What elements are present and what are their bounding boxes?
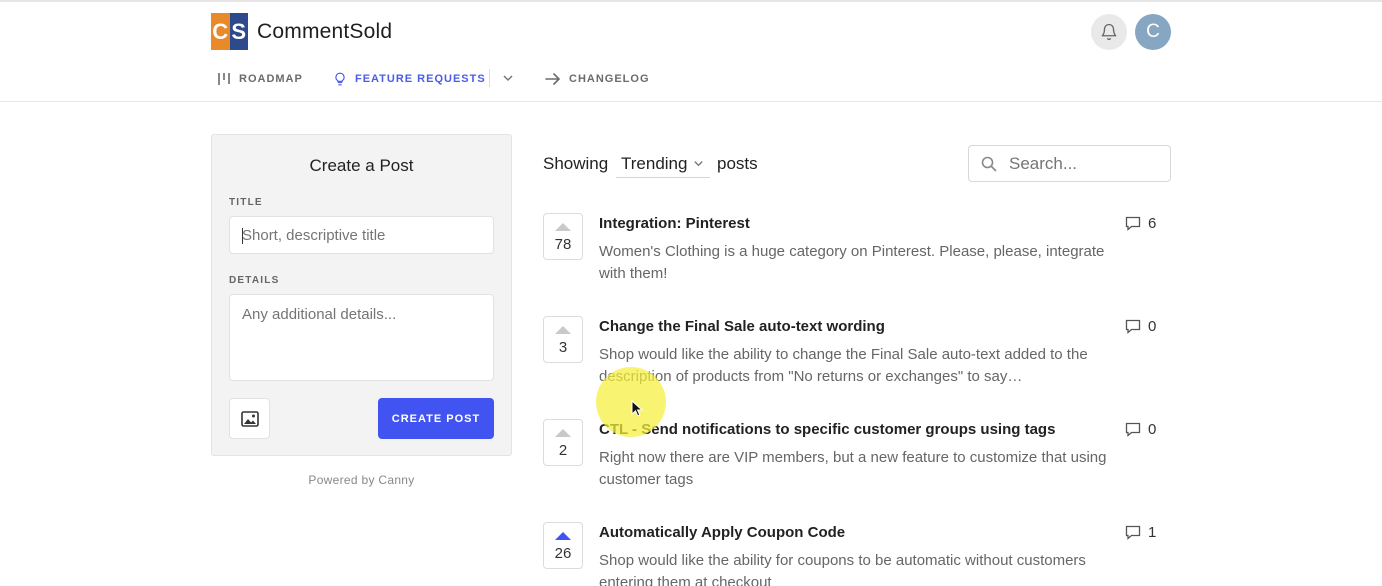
logo-letter-c: C bbox=[211, 13, 230, 50]
comment-count-value: 0 bbox=[1148, 421, 1157, 438]
post-title[interactable]: CTL - Send notifications to specific cus… bbox=[599, 421, 1055, 438]
create-post-heading: Create a Post bbox=[309, 156, 414, 175]
nav-roadmap-label: ROADMAP bbox=[239, 73, 303, 85]
nav-changelog-label: CHANGELOG bbox=[569, 73, 650, 85]
post-description: Shop would like the ability to change th… bbox=[599, 346, 1088, 385]
upvote-arrow-icon bbox=[555, 532, 571, 540]
comment-icon bbox=[1125, 216, 1141, 231]
comment-count: 6 bbox=[1125, 215, 1156, 232]
post-item[interactable]: 2 CTL - Send notifications to specific c… bbox=[543, 419, 1173, 509]
nav-feature-requests[interactable]: FEATURE REQUESTS bbox=[333, 70, 486, 88]
search-box[interactable] bbox=[968, 145, 1171, 182]
details-label: DETAILS bbox=[229, 275, 280, 286]
text-caret bbox=[242, 228, 243, 244]
comment-icon bbox=[1125, 319, 1141, 334]
top-border bbox=[0, 0, 1382, 2]
upvote-arrow-icon bbox=[555, 223, 571, 231]
sort-dropdown[interactable]: Trending bbox=[616, 150, 710, 178]
vote-count: 2 bbox=[558, 442, 568, 459]
post-description: Women's Clothing is a huge category on P… bbox=[599, 243, 1105, 282]
image-icon bbox=[240, 410, 259, 427]
upvote-arrow-icon bbox=[555, 326, 571, 334]
search-input[interactable] bbox=[1009, 153, 1159, 174]
user-avatar[interactable]: C bbox=[1135, 14, 1171, 50]
lightbulb-icon bbox=[335, 72, 345, 86]
comment-count: 0 bbox=[1125, 318, 1156, 335]
post-title[interactable]: Integration: Pinterest bbox=[599, 215, 750, 232]
arrow-right-icon bbox=[545, 73, 561, 85]
logo-letter-s: S bbox=[229, 13, 248, 50]
details-input[interactable] bbox=[229, 294, 494, 381]
upvote-button[interactable]: 78 bbox=[543, 213, 583, 260]
board-dropdown[interactable] bbox=[500, 70, 516, 86]
comment-count: 0 bbox=[1125, 421, 1156, 438]
chevron-down-icon bbox=[694, 161, 704, 167]
comment-count-value: 0 bbox=[1148, 318, 1157, 335]
comment-icon bbox=[1125, 422, 1141, 437]
nav-roadmap[interactable]: ROADMAP bbox=[217, 70, 303, 88]
posts-label: posts bbox=[717, 154, 758, 173]
brand-logo[interactable]: C S bbox=[211, 13, 248, 50]
nav-feature-requests-label: FEATURE REQUESTS bbox=[355, 73, 486, 85]
roadmap-icon bbox=[218, 73, 230, 85]
comment-count: 1 bbox=[1125, 524, 1156, 541]
attach-image-button[interactable] bbox=[229, 398, 270, 439]
comment-icon bbox=[1125, 525, 1141, 540]
brand-name[interactable]: CommentSold bbox=[257, 20, 392, 44]
nav-changelog[interactable]: CHANGELOG bbox=[545, 70, 650, 88]
title-input[interactable] bbox=[229, 216, 494, 254]
post-item[interactable]: 3 Change the Final Sale auto-text wordin… bbox=[543, 316, 1173, 406]
header-divider bbox=[0, 101, 1382, 102]
comment-count-value: 6 bbox=[1148, 215, 1157, 232]
post-item[interactable]: 26 Automatically Apply Coupon Code Shop … bbox=[543, 522, 1173, 586]
vote-count: 26 bbox=[554, 545, 572, 562]
notifications-button[interactable] bbox=[1091, 14, 1127, 50]
post-title[interactable]: Change the Final Sale auto-text wording bbox=[599, 318, 885, 335]
sort-value: Trending bbox=[621, 153, 688, 173]
showing-label: Showing bbox=[543, 154, 609, 173]
upvote-button[interactable]: 26 bbox=[543, 522, 583, 569]
vote-count: 78 bbox=[554, 236, 572, 253]
bell-icon bbox=[1101, 23, 1117, 41]
comment-count-value: 1 bbox=[1148, 524, 1157, 541]
nav-divider bbox=[489, 69, 490, 87]
chevron-down-icon bbox=[503, 75, 513, 82]
vote-count: 3 bbox=[558, 339, 568, 356]
post-title[interactable]: Automatically Apply Coupon Code bbox=[599, 524, 845, 541]
create-post-button[interactable]: CREATE POST bbox=[378, 398, 494, 439]
upvote-arrow-icon bbox=[555, 429, 571, 437]
search-icon bbox=[981, 156, 997, 172]
post-item[interactable]: 78 Integration: Pinterest Women's Clothi… bbox=[543, 213, 1173, 303]
upvote-button[interactable]: 2 bbox=[543, 419, 583, 466]
create-post-panel: Create a Post TITLE DETAILS CREATE POST bbox=[211, 134, 512, 456]
post-description: Right now there are VIP members, but a n… bbox=[599, 449, 1107, 488]
upvote-button[interactable]: 3 bbox=[543, 316, 583, 363]
title-label: TITLE bbox=[229, 197, 263, 208]
post-description: Shop would like the ability for coupons … bbox=[599, 552, 1086, 586]
powered-by-canny-link[interactable]: Powered by Canny bbox=[211, 473, 512, 487]
